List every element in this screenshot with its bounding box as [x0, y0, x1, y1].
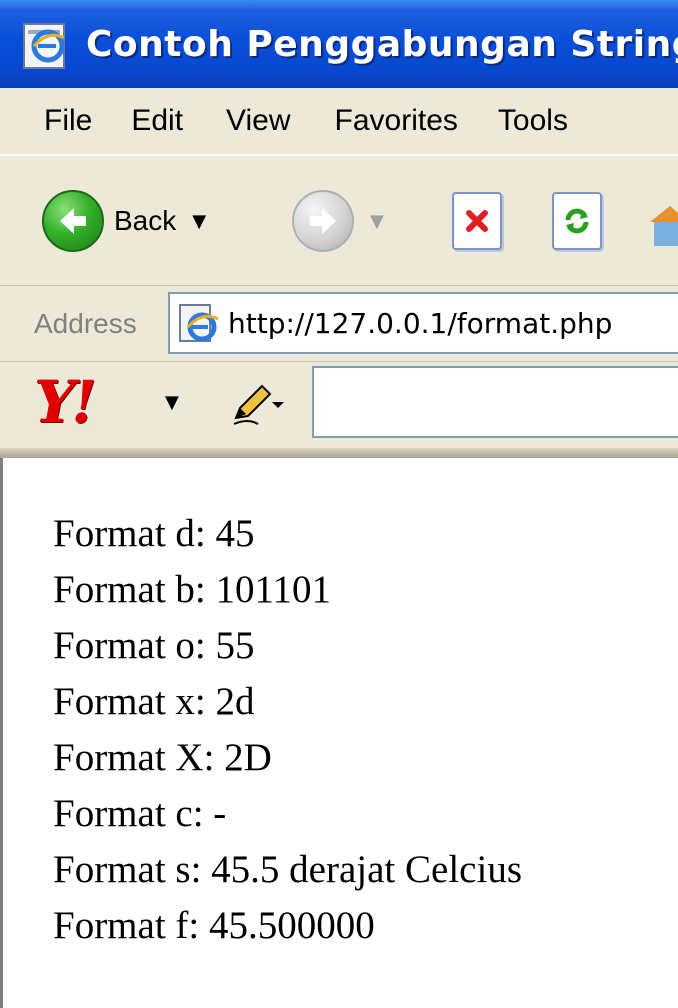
format-line-b: Format b: 101101	[53, 568, 332, 611]
back-button[interactable]: Back ▼	[42, 190, 206, 252]
yahoo-search-input[interactable]	[312, 366, 678, 438]
format-line-s: Format s: 45.5 derajat Celcius	[53, 848, 522, 891]
ie-page-icon[interactable]	[18, 16, 74, 72]
menu-favorites[interactable]: Favorites	[335, 104, 458, 138]
menu-view[interactable]: View	[226, 104, 290, 138]
address-input[interactable]: http://127.0.0.1/format.php	[168, 292, 678, 354]
forward-button[interactable]: ▼	[292, 190, 384, 252]
standard-toolbar: Back ▼ ▼	[0, 156, 678, 286]
home-icon	[650, 206, 678, 246]
address-url: http://127.0.0.1/format.php	[228, 306, 613, 340]
toolbar-divider	[0, 448, 678, 458]
forward-arrow-icon	[292, 190, 354, 252]
refresh-button[interactable]	[552, 192, 602, 250]
address-label: Address	[34, 308, 137, 339]
back-arrow-icon	[42, 190, 104, 252]
title-bar: Contoh Penggabungan String	[0, 0, 678, 88]
format-line-f: Format f: 45.500000	[53, 904, 375, 947]
format-line-d: Format d: 45	[53, 512, 255, 555]
back-dropdown-icon[interactable]: ▼	[192, 211, 206, 232]
menu-tools[interactable]: Tools	[498, 104, 568, 138]
format-line-c: Format c: -	[53, 792, 227, 835]
ie-page-icon	[179, 304, 219, 342]
window-title: Contoh Penggabungan String	[86, 23, 678, 65]
home-button[interactable]	[648, 200, 678, 250]
page-content: Format d: 45 Format b: 101101 Format o: …	[0, 458, 678, 1008]
yahoo-dropdown-icon[interactable]: ▼	[165, 392, 179, 413]
menu-edit[interactable]: Edit	[131, 104, 183, 138]
format-line-o: Format o: 55	[53, 624, 255, 667]
back-label: Back	[114, 205, 177, 236]
refresh-icon	[552, 192, 602, 250]
address-bar: Address http://127.0.0.1/format.php	[0, 286, 678, 362]
format-output-list: Format d: 45 Format b: 101101 Format o: …	[53, 506, 522, 954]
menu-file[interactable]: File	[44, 104, 92, 138]
pencil-icon[interactable]	[228, 378, 288, 428]
yahoo-toolbar: Y! ▼	[0, 362, 678, 448]
menu-bar: File Edit View Favorites Tools	[0, 88, 678, 156]
stop-button[interactable]	[452, 192, 502, 250]
stop-icon	[452, 192, 502, 250]
forward-dropdown-icon[interactable]: ▼	[370, 211, 384, 232]
yahoo-logo[interactable]: Y!	[34, 368, 97, 436]
format-line-X-upper: Format X: 2D	[53, 736, 272, 779]
format-line-x: Format x: 2d	[53, 680, 255, 723]
